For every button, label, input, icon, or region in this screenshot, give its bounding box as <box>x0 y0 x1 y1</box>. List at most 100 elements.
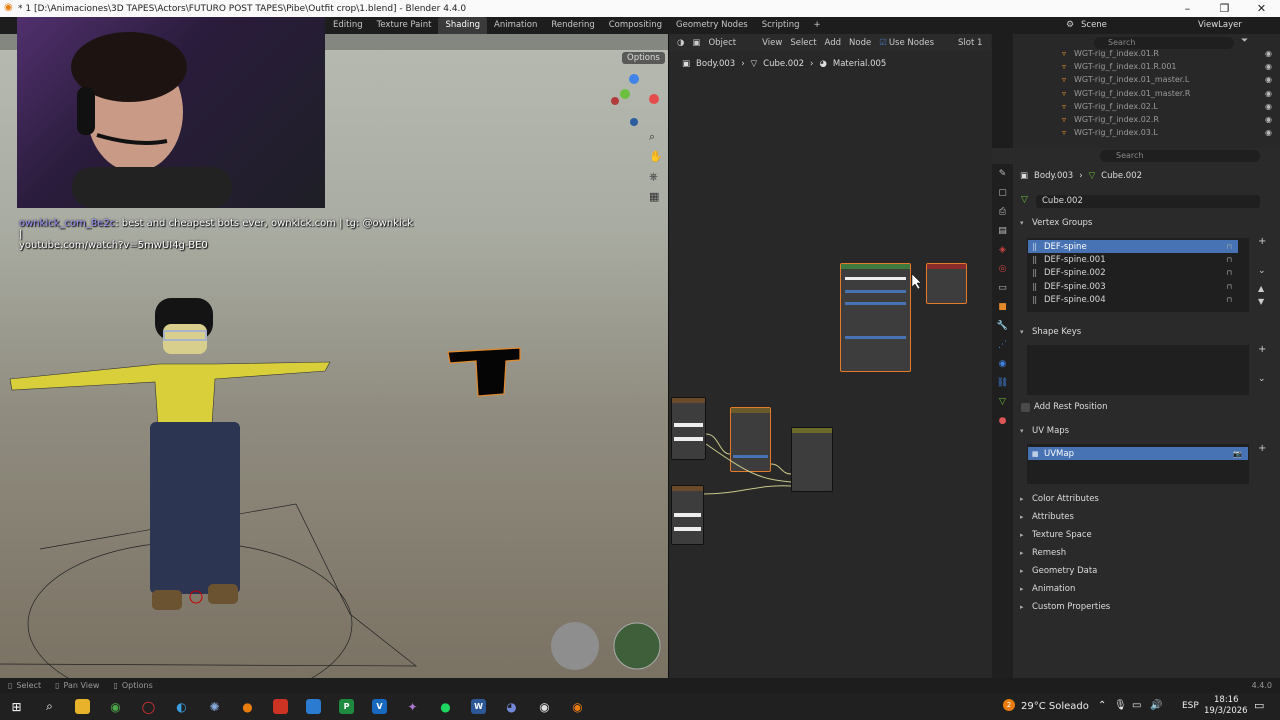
properties-search-input[interactable]: Search <box>1100 150 1260 162</box>
uv-map-item[interactable]: ▦ UVMap 📷 <box>1028 447 1248 460</box>
editor-type-icon[interactable]: ◑ <box>677 38 684 48</box>
outliner-item[interactable]: ▿ WGT-rig_f_index.01.R.001 ◉ <box>1062 60 1272 73</box>
notification-icon[interactable]: ▭ <box>1254 699 1264 712</box>
edge-icon[interactable]: ◐ <box>165 693 198 720</box>
vertex-group-item[interactable]: ⣿ DEF-spine.002 ⊓ <box>1028 266 1238 279</box>
windows-start-icon[interactable]: ⊞ <box>0 693 33 720</box>
chrome-icon[interactable]: ◉ <box>99 693 132 720</box>
word-icon[interactable]: W <box>462 693 495 720</box>
principled-bsdf-node[interactable] <box>840 263 911 372</box>
add-vertex-group-icon[interactable]: + <box>1258 236 1266 247</box>
vertex-group-item[interactable]: ⣿ DEF-spine.001 ⊓ <box>1028 253 1238 266</box>
blender-taskbar-icon[interactable]: ◉ <box>561 693 594 720</box>
multiply-mix-node[interactable] <box>730 407 771 472</box>
tray-arrow-icon[interactable]: ⌃ <box>1098 700 1106 711</box>
clock-date[interactable]: 19/3/2026 <box>1204 706 1248 716</box>
zoom-icon[interactable]: ⌕ <box>649 130 655 144</box>
slot-selector[interactable]: Slot 1 <box>958 38 982 48</box>
close-icon[interactable]: ✕ <box>1243 0 1280 17</box>
video-editor-icon[interactable] <box>264 693 297 720</box>
mesh-data-name-field[interactable]: Cube.002 <box>1036 195 1260 208</box>
obs-icon[interactable]: ◉ <box>528 693 561 720</box>
pan-hand-icon[interactable]: ✋ <box>649 150 663 163</box>
outliner-item[interactable]: ▿ WGT-rig_f_index.02.L ◉ <box>1062 100 1272 113</box>
discord-icon[interactable]: ◕ <box>495 693 528 720</box>
tab-shading[interactable]: Shading <box>438 17 487 34</box>
file-explorer-icon[interactable] <box>66 693 99 720</box>
vertex-group-item[interactable]: ⣿ DEF-spine ⊓ <box>1028 240 1238 253</box>
outliner-item[interactable]: ▿ WGT-rig_f_index.03.L ◉ <box>1062 126 1272 139</box>
add-rest-position-checkbox[interactable] <box>1021 403 1030 412</box>
network-icon[interactable]: ▭ <box>1132 700 1141 711</box>
outliner-item[interactable]: ▿ WGT-rig_f_index.01_master.R ◉ <box>1062 87 1272 100</box>
modifier-tab-icon[interactable]: 🔧 <box>992 316 1013 335</box>
mesh-data-tab-icon[interactable]: ▽ <box>992 392 1013 411</box>
uv-maps-panel-header[interactable]: ▾ UV Maps <box>1020 422 1276 439</box>
add-uv-map-icon[interactable]: + <box>1258 443 1266 454</box>
scene-selector[interactable]: Scene <box>1081 17 1107 34</box>
shape-keys-list[interactable] <box>1027 345 1249 395</box>
specials-menu-icon[interactable]: ⌄ <box>1258 266 1266 276</box>
material-output-node[interactable] <box>926 263 967 304</box>
color-attributes-panel-header[interactable]: ▸ Color Attributes <box>1020 490 1276 507</box>
camera-view-icon[interactable]: ⎈ <box>649 170 658 184</box>
tab-animation[interactable]: Animation <box>487 17 544 34</box>
tool-tab-icon[interactable]: ✎ <box>992 164 1013 183</box>
grid-view-icon[interactable]: ▦ <box>649 190 659 203</box>
shape-keys-panel-header[interactable]: ▾ Shape Keys <box>1020 323 1276 340</box>
volume-icon[interactable]: 🔊 <box>1150 700 1162 711</box>
scene-tab-icon[interactable]: ◈ <box>992 240 1013 259</box>
move-down-icon[interactable]: ▼ <box>1258 297 1264 306</box>
material-tab-icon[interactable]: ● <box>992 411 1013 430</box>
pycharm-icon[interactable]: P <box>330 693 363 720</box>
add-workspace-icon[interactable]: + <box>807 17 828 34</box>
photos-icon[interactable] <box>297 693 330 720</box>
app-icon-2[interactable]: ● <box>231 693 264 720</box>
vscode-icon[interactable]: V <box>363 693 396 720</box>
custom-properties-panel-header[interactable]: ▸ Custom Properties <box>1020 598 1276 615</box>
menu-node[interactable]: Node <box>849 38 871 48</box>
shape-key-menu-icon[interactable]: ⌄ <box>1258 374 1266 384</box>
view-layer-selector[interactable]: ViewLayer <box>1198 17 1242 34</box>
app-icon-1[interactable]: ✺ <box>198 693 231 720</box>
tab-rendering[interactable]: Rendering <box>544 17 601 34</box>
tab-compositing[interactable]: Compositing <box>602 17 669 34</box>
image-texture-node-2[interactable] <box>671 485 704 545</box>
outliner-item[interactable]: ▿ WGT-rig_f_index.01.R ◉ <box>1062 47 1272 60</box>
language-indicator[interactable]: ESP <box>1182 701 1199 711</box>
object-tab-icon[interactable]: ■ <box>992 297 1013 316</box>
move-up-icon[interactable]: ▲ <box>1258 284 1264 293</box>
render-tab-icon[interactable]: ▢ <box>992 183 1013 202</box>
add-shape-key-icon[interactable]: + <box>1258 344 1266 355</box>
outliner-item[interactable]: ▿ WGT-rig_f_index.01_master.L ◉ <box>1062 73 1272 86</box>
weather-text[interactable]: 29°C Soleado <box>1021 701 1089 712</box>
shader-node-editor[interactable] <box>668 34 992 678</box>
physics-tab-icon[interactable]: ◉ <box>992 354 1013 373</box>
tab-texture-paint[interactable]: Texture Paint <box>370 17 439 34</box>
microphone-icon[interactable]: 🎙 <box>1114 700 1127 711</box>
tab-geometry-nodes[interactable]: Geometry Nodes <box>669 17 755 34</box>
tab-editing[interactable]: Editing <box>326 17 370 34</box>
viewport-options-button[interactable]: Options <box>622 52 665 64</box>
use-nodes-checkbox[interactable]: ☑ <box>879 38 887 48</box>
remesh-panel-header[interactable]: ▸ Remesh <box>1020 544 1276 561</box>
spotify-icon[interactable]: ● <box>429 693 462 720</box>
filter-icon[interactable]: ⏷ <box>1241 36 1248 46</box>
texture-space-panel-header[interactable]: ▸ Texture Space <box>1020 526 1276 543</box>
image-texture-node-1[interactable] <box>671 397 706 460</box>
constraints-tab-icon[interactable]: ⛓ <box>992 373 1013 392</box>
mix-node[interactable] <box>791 427 833 492</box>
minimize-icon[interactable]: – <box>1169 0 1206 17</box>
world-tab-icon[interactable]: ◎ <box>992 259 1013 278</box>
collection-tab-icon[interactable]: ▭ <box>992 278 1013 297</box>
menu-view[interactable]: View <box>762 38 782 48</box>
app-icon-3[interactable]: ✦ <box>396 693 429 720</box>
attributes-panel-header[interactable]: ▸ Attributes <box>1020 508 1276 525</box>
outliner-item[interactable]: ▿ WGT-rig_f_index.02.R ◉ <box>1062 113 1272 126</box>
menu-select[interactable]: Select <box>790 38 816 48</box>
vertex-groups-panel-header[interactable]: ▾ Vertex Groups <box>1020 214 1276 231</box>
particles-tab-icon[interactable]: ⋰ <box>992 335 1013 354</box>
view-layer-tab-icon[interactable]: ▤ <box>992 221 1013 240</box>
output-tab-icon[interactable]: ⎙ <box>992 202 1013 221</box>
vertex-group-item[interactable]: ⣿ DEF-spine.004 ⊓ <box>1028 293 1238 306</box>
